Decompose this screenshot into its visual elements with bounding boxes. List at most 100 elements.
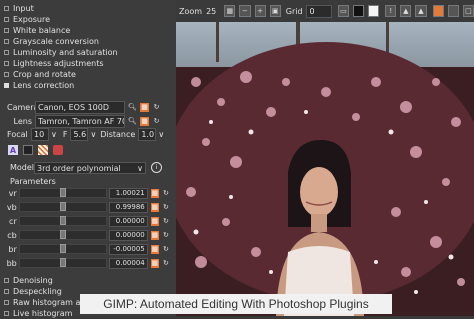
grid-label: Grid — [285, 6, 303, 16]
split-view-icon[interactable]: ▭ — [337, 5, 349, 17]
expand-icon — [4, 50, 9, 55]
photo-preview[interactable] — [176, 22, 474, 316]
param-slider[interactable] — [18, 202, 108, 212]
zoom-in-icon[interactable]: + — [254, 5, 266, 17]
underexposed-icon[interactable]: ▲ — [415, 5, 427, 17]
preset-icon[interactable]: ▦ — [150, 188, 159, 198]
expand-icon — [4, 39, 9, 44]
zoom-value[interactable]: 25 — [206, 7, 216, 16]
chevron-down-icon[interactable]: ∨ — [158, 130, 164, 139]
slider-knob[interactable] — [60, 202, 67, 211]
param-slider[interactable] — [18, 230, 108, 240]
module-denoising[interactable]: Denoising — [2, 275, 174, 286]
preset-icon[interactable]: ▦ — [150, 202, 159, 212]
zoom-100-icon[interactable]: ▣ — [269, 5, 281, 17]
module-lens-correction[interactable]: Lens correction — [2, 80, 174, 91]
search-icon[interactable]: 🔍︎ — [128, 103, 137, 112]
info-icon[interactable]: i — [151, 162, 162, 173]
expand-icon — [4, 83, 9, 88]
param-row-vr: vr 1.00021 ▦ ↻ — [5, 187, 170, 199]
auto-icon[interactable]: A — [8, 145, 18, 155]
slider-knob[interactable] — [60, 188, 67, 197]
grid-view-icon[interactable] — [23, 145, 33, 155]
module-grayscale[interactable]: Grayscale conversion — [2, 36, 174, 47]
reset-icon[interactable]: ↻ — [162, 217, 170, 226]
param-slider[interactable] — [18, 216, 108, 226]
expand-icon — [4, 6, 9, 11]
preset-icon[interactable]: ▦ — [150, 230, 159, 240]
param-value[interactable]: 0.00000 — [109, 215, 148, 227]
param-value[interactable]: 1.00021 — [109, 187, 148, 199]
param-label: cr — [9, 216, 17, 226]
param-slider[interactable] — [18, 258, 108, 268]
image-view: Zoom 25 ▦ − + ▣ Grid 0 ▭ ! ▲ ▲ □ — [176, 0, 474, 316]
expand-icon — [4, 17, 9, 22]
slider-knob[interactable] — [60, 216, 67, 225]
background-black-icon[interactable] — [352, 5, 365, 17]
reset-icon[interactable]: ↻ — [152, 103, 161, 112]
background-white-icon[interactable] — [368, 5, 380, 17]
fullscreen-icon[interactable]: □ — [462, 5, 474, 17]
module-label: Live histogram — [13, 309, 73, 318]
chevron-down-icon[interactable]: ∨ — [90, 130, 96, 139]
param-value[interactable]: 0.99986 — [109, 201, 148, 213]
reset-icon[interactable]: ↻ — [162, 245, 170, 254]
reset-icon[interactable]: ↻ — [162, 231, 170, 240]
lens-field[interactable]: Tamron, Tamron AF 70- — [35, 114, 125, 128]
focal-row: Focal 10 ∨ F 5.6 ∨ Distance 1.0 ∨ — [7, 128, 172, 141]
slider-knob[interactable] — [60, 244, 67, 253]
focal-field[interactable]: 10 — [31, 128, 49, 141]
param-row-cr: cr 0.00000 ▦ ↻ — [5, 215, 170, 227]
zoom-fit-icon[interactable]: ▦ — [224, 5, 236, 17]
param-value[interactable]: 0.00004 — [109, 257, 148, 269]
picker-icon[interactable] — [447, 5, 459, 17]
warning-icon[interactable]: ! — [385, 5, 397, 17]
module-label: Denoising — [13, 276, 53, 285]
model-row: Model 3rd order polynomial ∨ i — [10, 161, 172, 174]
f-field[interactable]: 5.6 — [70, 128, 89, 141]
f-label: F — [62, 130, 68, 139]
slider-knob[interactable] — [60, 230, 67, 239]
module-crop-rotate[interactable]: Crop and rotate — [2, 69, 174, 80]
module-label: Crop and rotate — [13, 70, 76, 79]
preset-icon[interactable]: ▦ — [140, 116, 149, 126]
preset-icon[interactable]: ▦ — [150, 244, 159, 254]
preset-icon[interactable]: ▦ — [140, 102, 149, 112]
expand-icon — [4, 300, 9, 305]
module-input[interactable]: Input — [2, 3, 174, 14]
slider-knob[interactable] — [60, 258, 67, 267]
param-value[interactable]: 0.00000 — [109, 229, 148, 241]
reset-icon[interactable]: ↻ — [152, 117, 161, 126]
overexposed-icon[interactable]: ▲ — [400, 5, 412, 17]
camera-field[interactable]: Canon, EOS 100D — [35, 100, 125, 114]
grid-value[interactable]: 0 — [305, 4, 332, 18]
param-row-vb: vb 0.99986 ▦ ↻ — [5, 201, 170, 213]
expand-icon — [4, 72, 9, 77]
photo-illustration — [176, 22, 474, 316]
module-white-balance[interactable]: White balance — [2, 25, 174, 36]
search-icon[interactable]: 🔍︎ — [128, 117, 137, 126]
module-lightness[interactable]: Lightness adjustments — [2, 58, 174, 69]
param-value[interactable]: -0.00005 — [109, 243, 148, 255]
preset-icon[interactable]: ▦ — [150, 258, 159, 268]
module-label: Lens correction — [13, 81, 75, 90]
chevron-down-icon[interactable]: ∨ — [51, 130, 57, 139]
distance-field[interactable]: 1.0 — [138, 128, 157, 141]
reset-icon[interactable]: ↻ — [162, 189, 170, 198]
brush-icon[interactable] — [432, 5, 444, 17]
preset-icon[interactable]: ▦ — [150, 216, 159, 226]
lens-label: Lens — [13, 116, 32, 126]
model-select[interactable]: 3rd order polynomial ∨ — [34, 161, 146, 174]
module-luminosity-saturation[interactable]: Luminosity and saturation — [2, 47, 174, 58]
checker-icon[interactable] — [38, 145, 48, 155]
model-value: 3rd order polynomial — [37, 163, 121, 173]
param-slider[interactable] — [18, 188, 108, 198]
profile-icon[interactable] — [53, 145, 63, 155]
reset-icon[interactable]: ↻ — [162, 259, 170, 268]
param-slider[interactable] — [18, 244, 108, 254]
expand-icon — [4, 289, 9, 294]
module-exposure[interactable]: Exposure — [2, 14, 174, 25]
expand-icon — [4, 61, 9, 66]
reset-icon[interactable]: ↻ — [162, 203, 170, 212]
zoom-out-icon[interactable]: − — [239, 5, 251, 17]
